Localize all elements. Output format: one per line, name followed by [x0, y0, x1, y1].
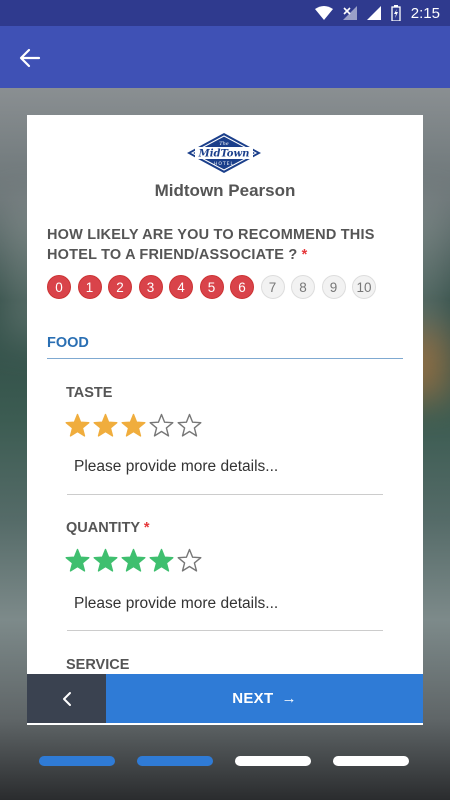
star-filled-icon[interactable]	[149, 548, 174, 573]
nps-option-8[interactable]: 8	[291, 275, 315, 299]
nps-option-5[interactable]: 5	[199, 275, 224, 299]
arrow-left-icon	[19, 48, 41, 68]
svg-text:MidTown: MidTown	[198, 149, 250, 160]
next-button-label: NEXT	[232, 690, 274, 707]
field-label-taste: TASTE	[66, 385, 113, 401]
nps-option-1[interactable]: 1	[77, 275, 102, 299]
back-button[interactable]	[14, 42, 46, 74]
input-underline	[67, 494, 383, 495]
section-divider	[47, 358, 403, 359]
progress-step-2	[137, 756, 213, 766]
chevron-left-icon	[62, 691, 71, 706]
nps-option-2[interactable]: 2	[108, 275, 132, 299]
survey-progress	[39, 756, 409, 766]
nps-option-3[interactable]: 3	[138, 275, 163, 299]
nps-option-9[interactable]: 9	[321, 275, 346, 299]
next-button[interactable]: NEXT →	[106, 674, 423, 723]
survey-card: The MidTown HOTEL Midtown Pearson HOW LI…	[27, 115, 423, 725]
nps-option-6[interactable]: 6	[230, 275, 254, 299]
input-underline	[67, 630, 383, 631]
progress-step-3	[235, 756, 311, 766]
survey-nav-bar: NEXT →	[27, 674, 423, 723]
star-filled-icon[interactable]	[93, 413, 118, 438]
hotel-logo: The MidTown HOTEL	[186, 132, 262, 174]
battery-charging-icon	[391, 5, 401, 21]
nps-scale: 0 1 2 3 4 5 6 7 8 9 10	[47, 275, 376, 299]
field-label-service: SERVICE	[66, 657, 130, 673]
nps-question: HOW LIKELY ARE YOU TO RECOMMEND THIS HOT…	[47, 225, 407, 265]
arrow-right-icon: →	[281, 690, 297, 707]
star-filled-icon[interactable]	[121, 413, 146, 438]
star-filled-icon[interactable]	[93, 548, 118, 573]
nps-question-text: HOW LIKELY ARE YOU TO RECOMMEND THIS HOT…	[47, 227, 375, 263]
nps-option-7[interactable]: 7	[260, 275, 285, 299]
required-mark: *	[143, 520, 150, 536]
rating-stars-taste	[65, 413, 202, 438]
signal-off-icon	[342, 6, 357, 20]
svg-text:HOTEL: HOTEL	[214, 161, 234, 167]
hotel-name: Midtown Pearson	[154, 181, 296, 200]
previous-button[interactable]	[27, 674, 106, 723]
star-empty-icon[interactable]	[177, 413, 202, 438]
nps-option-10[interactable]: 10	[352, 275, 376, 299]
svg-text:The: The	[219, 141, 229, 147]
progress-step-4	[333, 756, 409, 766]
details-input-taste[interactable]: Please provide more details...	[74, 458, 278, 476]
section-title-food: FOOD	[47, 335, 89, 351]
nps-option-0[interactable]: 0	[47, 275, 71, 299]
progress-step-1	[39, 756, 115, 766]
star-filled-icon[interactable]	[121, 548, 146, 573]
star-empty-icon[interactable]	[149, 413, 174, 438]
app-bar	[0, 26, 450, 88]
status-bar: 2:15	[0, 0, 450, 26]
details-input-quantity[interactable]: Please provide more details...	[74, 595, 278, 613]
required-mark: *	[301, 247, 308, 263]
rating-stars-quantity	[65, 548, 202, 573]
nps-option-4[interactable]: 4	[169, 275, 193, 299]
star-filled-icon[interactable]	[65, 548, 90, 573]
star-empty-icon[interactable]	[177, 548, 202, 573]
star-filled-icon[interactable]	[65, 413, 90, 438]
clock: 2:15	[410, 4, 440, 22]
field-label-quantity: QUANTITY *	[66, 520, 150, 536]
signal-icon	[366, 6, 381, 20]
wifi-icon	[314, 6, 333, 20]
